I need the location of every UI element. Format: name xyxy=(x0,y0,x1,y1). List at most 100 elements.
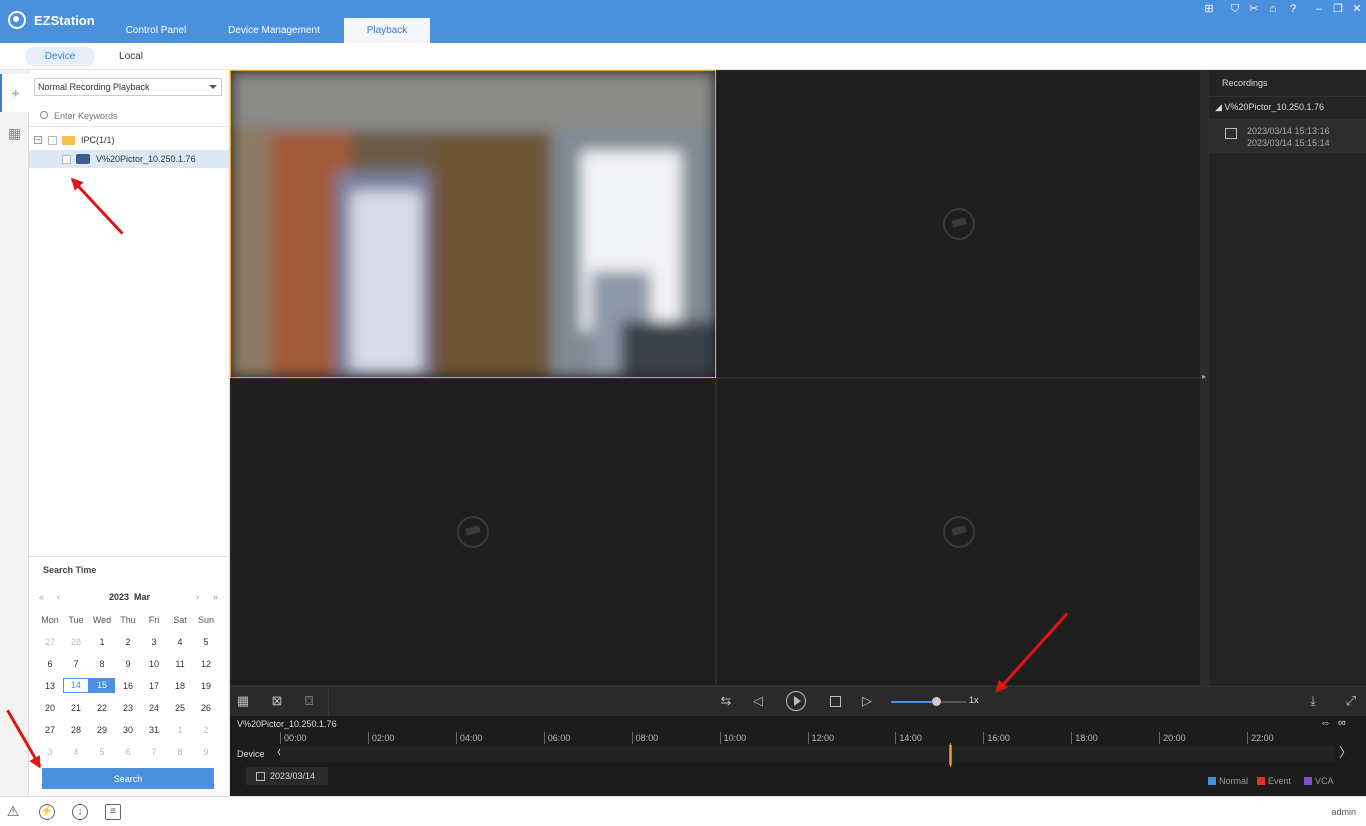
video-pane-3[interactable] xyxy=(230,378,716,686)
next-month-icon[interactable]: › xyxy=(196,592,199,602)
search-input[interactable] xyxy=(54,111,204,121)
window-layout-icon[interactable]: ▦ xyxy=(234,693,252,709)
calendar-day[interactable]: 28 xyxy=(63,719,89,741)
calendar-day[interactable]: 1 xyxy=(89,631,115,653)
tree-device-row[interactable]: V%20Pictor_10.250.1.76 xyxy=(29,150,229,168)
recordings-device-node[interactable]: ◢ V%20Pictor_10.250.1.76 xyxy=(1215,102,1324,113)
zoom-in-timeline-icon[interactable]: ⇔ xyxy=(1320,717,1331,729)
video-pane-4[interactable] xyxy=(716,378,1201,686)
subtab-local[interactable]: Local xyxy=(100,47,162,66)
scissors-icon[interactable]: ✂ xyxy=(1247,2,1261,16)
calendar-day[interactable]: 11 xyxy=(167,653,193,675)
calendar-day[interactable]: 18 xyxy=(167,675,193,697)
calendar-day[interactable]: 7 xyxy=(63,653,89,675)
calendar-day[interactable]: 4 xyxy=(167,631,193,653)
recording-item[interactable]: 2023/03/14 15:13:16 2023/03/14 15:15:14 xyxy=(1209,119,1366,153)
layout-view-icon[interactable]: ▦ xyxy=(0,114,29,152)
device-search xyxy=(34,108,222,124)
tab-playback[interactable]: Playback xyxy=(344,18,430,43)
calendar-year: 2023 xyxy=(108,592,129,602)
step-forward-icon[interactable]: ▷ xyxy=(858,693,876,709)
group-checkbox[interactable] xyxy=(48,136,57,145)
shirt-icon[interactable]: ⛉ xyxy=(1228,2,1242,16)
calendar-day[interactable]: 3 xyxy=(141,631,167,653)
calendar-day[interactable]: 28 xyxy=(63,631,89,653)
calendar-day[interactable]: 24 xyxy=(141,697,167,719)
calendar-day[interactable]: 8 xyxy=(167,741,193,763)
subtab-device[interactable]: Device xyxy=(25,47,95,66)
calendar-day[interactable]: 22 xyxy=(89,697,115,719)
timeline-cursor[interactable] xyxy=(950,743,952,767)
help-icon[interactable]: ? xyxy=(1286,2,1300,16)
timeline-date-picker[interactable]: 2023/03/14 xyxy=(246,767,328,785)
restore-icon[interactable]: ❐ xyxy=(1331,2,1345,16)
calendar-day[interactable]: 10 xyxy=(141,653,167,675)
calendar-day[interactable]: 21 xyxy=(63,697,89,719)
sync-playback-icon[interactable]: ⇆ xyxy=(717,693,735,709)
zoom-out-timeline-icon[interactable]: ∞ xyxy=(1338,717,1346,729)
power-icon[interactable]: ⚡ xyxy=(39,804,55,820)
play-button[interactable] xyxy=(786,691,806,711)
calendar-day[interactable]: 1 xyxy=(167,719,193,741)
close-all-windows-icon[interactable]: ⊠ xyxy=(268,693,286,709)
calendar-day[interactable]: 9 xyxy=(193,741,219,763)
close-icon[interactable]: ✕ xyxy=(1350,2,1364,16)
calendar-day[interactable]: 29 xyxy=(89,719,115,741)
fullscreen-icon[interactable]: ⤢ xyxy=(1342,693,1360,709)
snapshot-icon[interactable]: ⌼ xyxy=(300,693,318,709)
calendar-day[interactable]: 20 xyxy=(37,697,63,719)
calendar-day-today[interactable]: 14 xyxy=(63,678,89,693)
calendar-day[interactable]: 12 xyxy=(193,653,219,675)
clipboard-icon[interactable]: ≡ xyxy=(105,804,121,820)
speed-slider[interactable] xyxy=(891,697,966,706)
calendar-day[interactable]: 17 xyxy=(141,675,167,697)
calendar-day[interactable]: 6 xyxy=(115,741,141,763)
tab-device-management[interactable]: Device Management xyxy=(212,18,336,43)
device-checkbox[interactable] xyxy=(62,155,71,164)
calendar-day[interactable]: 30 xyxy=(115,719,141,741)
timeline-track[interactable] xyxy=(280,746,1335,762)
video-pane-1[interactable] xyxy=(230,70,716,378)
lock-icon[interactable]: ⌂ xyxy=(1266,2,1280,16)
calendar-day[interactable]: 2 xyxy=(193,719,219,741)
download-icon[interactable]: ⤓ xyxy=(1304,693,1322,709)
calendar-header: « ‹ 2023 Mar › » xyxy=(37,592,222,606)
tree-group-ipc[interactable]: − IPC(1/1) xyxy=(29,131,229,149)
calendar-day[interactable]: 26 xyxy=(193,697,219,719)
camera-playback-icon[interactable]: ⌖ xyxy=(0,74,29,112)
calendar-day[interactable]: 19 xyxy=(193,675,219,697)
grid-view-icon[interactable]: ⊞ xyxy=(1202,2,1216,16)
stop-button[interactable] xyxy=(830,696,841,707)
calendar-day[interactable]: 8 xyxy=(89,653,115,675)
collapse-panel-handle[interactable]: ▸ xyxy=(1201,70,1209,686)
legend-normal: Normal xyxy=(1208,776,1248,786)
calendar-day[interactable]: 5 xyxy=(89,741,115,763)
timeline-right-arrow-icon[interactable]: 〉 xyxy=(1339,742,1352,761)
calendar-day[interactable]: 27 xyxy=(37,631,63,653)
search-button[interactable]: Search xyxy=(42,768,214,789)
calendar-day[interactable]: 4 xyxy=(63,741,89,763)
calendar-day[interactable]: 31 xyxy=(141,719,167,741)
video-pane-2[interactable] xyxy=(716,70,1201,378)
timeline-hour-label: 00:00 xyxy=(280,732,307,744)
calendar-day[interactable]: 25 xyxy=(167,697,193,719)
tab-control-panel[interactable]: Control Panel xyxy=(100,18,212,43)
speed-slider-knob[interactable] xyxy=(932,697,941,706)
calendar-day-selected[interactable]: 15 xyxy=(89,678,115,693)
next-year-icon[interactable]: » xyxy=(213,592,218,602)
calendar-day[interactable]: 6 xyxy=(37,653,63,675)
calendar-day[interactable]: 7 xyxy=(141,741,167,763)
calendar-day[interactable]: 5 xyxy=(193,631,219,653)
calendar-day[interactable]: 13 xyxy=(37,675,63,697)
alarm-warning-icon[interactable]: ⚠ xyxy=(5,804,21,820)
collapse-icon[interactable]: − xyxy=(34,136,42,144)
calendar-day[interactable]: 16 xyxy=(115,675,141,697)
calendar-day[interactable]: 2 xyxy=(115,631,141,653)
playback-mode-select[interactable]: Normal Recording Playback xyxy=(34,78,222,96)
minimize-icon[interactable]: – xyxy=(1312,2,1326,16)
step-back-icon[interactable]: ◁ xyxy=(749,693,767,709)
calendar-day[interactable]: 23 xyxy=(115,697,141,719)
download-progress-icon[interactable]: ↓ xyxy=(72,804,88,820)
calendar-day[interactable]: 27 xyxy=(37,719,63,741)
calendar-day[interactable]: 9 xyxy=(115,653,141,675)
